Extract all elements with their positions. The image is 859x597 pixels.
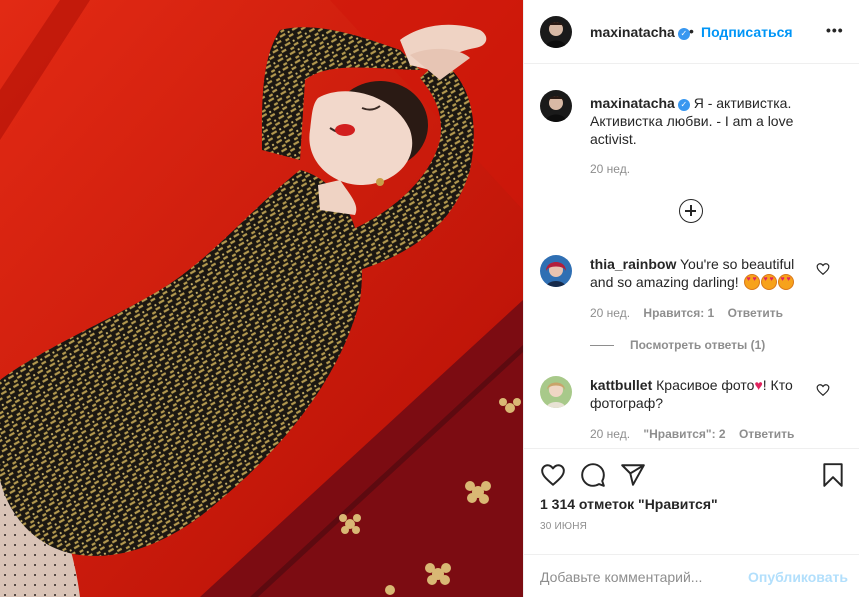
author-username-text[interactable]: maxinatacha <box>590 24 675 40</box>
bookmark-icon[interactable] <box>820 462 846 488</box>
comment-time[interactable]: 20 нед. <box>590 427 630 441</box>
photo-image <box>0 0 523 597</box>
heart-icon[interactable] <box>540 462 566 488</box>
likes-count[interactable]: 1 314 отметок "Нравится" <box>540 496 718 512</box>
replies-divider <box>590 345 614 347</box>
add-comment-bar: Опубликовать <box>524 554 859 597</box>
like-comment-heart-icon[interactable] <box>816 262 830 276</box>
avatar[interactable] <box>540 16 572 48</box>
comment-likes[interactable]: "Нравится": 2 <box>643 427 725 441</box>
comment-meta: 20 нед. Нравится: 1 Ответить <box>590 306 793 320</box>
commenter-avatar-image <box>540 376 572 408</box>
comment-meta: 20 нед. "Нравится": 2 Ответить <box>590 427 804 441</box>
reply-button[interactable]: Ответить <box>728 306 783 320</box>
post-date[interactable]: 30 ИЮНЯ <box>540 521 587 532</box>
author-avatar-image <box>540 16 572 48</box>
caption-timestamp[interactable]: 20 нед. <box>590 162 630 176</box>
post-header: maxinatacha ✓ • Подписаться ••• <box>524 0 859 64</box>
heart-eyes-emoji-icon <box>777 274 794 290</box>
comment-username[interactable]: thia_rainbow <box>590 256 676 272</box>
follow-button[interactable]: Подписаться <box>701 24 793 40</box>
caption-username[interactable]: maxinatacha <box>590 95 675 111</box>
red-heart-icon: ♥ <box>754 377 763 393</box>
like-comment-heart-icon[interactable] <box>816 383 830 397</box>
comment-body-start: Красивое фото <box>656 377 755 393</box>
comment-input[interactable] <box>540 566 740 588</box>
avatar[interactable] <box>540 255 572 287</box>
post-side-panel: maxinatacha ✓ • Подписаться ••• maxinatac… <box>523 0 859 597</box>
comment-text: kattbullet Красивое фото♥! Кто фотограф? <box>590 376 810 412</box>
caption-text: maxinatacha ✓ Я - активистка. Активистка … <box>590 94 810 148</box>
comment-text: thia_rainbow You're so beautiful and so … <box>590 255 810 291</box>
heart-eyes-emoji-icon <box>760 274 777 290</box>
avatar[interactable] <box>540 376 572 408</box>
comment-username[interactable]: kattbullet <box>590 377 652 393</box>
view-replies-button[interactable]: Посмотреть ответы (1) <box>590 338 765 352</box>
verified-icon: ✓ <box>677 99 690 111</box>
publish-button[interactable]: Опубликовать <box>748 569 848 585</box>
plus-circle-icon[interactable] <box>679 199 703 223</box>
dot-separator: • <box>689 23 694 39</box>
comment-icon[interactable] <box>580 462 606 488</box>
post-photo[interactable] <box>0 0 523 597</box>
post-actions: 1 314 отметок "Нравится" 30 ИЮНЯ Опублик… <box>524 448 859 588</box>
author-username[interactable]: maxinatacha ✓ <box>590 24 690 40</box>
commenter-avatar-image <box>540 255 572 287</box>
comment-likes[interactable]: Нравится: 1 <box>643 306 714 320</box>
share-icon[interactable] <box>620 462 646 488</box>
heart-eyes-emoji-icon <box>743 274 760 290</box>
view-replies-label[interactable]: Посмотреть ответы (1) <box>630 338 765 352</box>
more-icon[interactable]: ••• <box>826 22 844 38</box>
caption-avatar-image <box>540 90 572 122</box>
comment-time[interactable]: 20 нед. <box>590 306 630 320</box>
avatar[interactable] <box>540 90 572 122</box>
reply-button[interactable]: Ответить <box>739 427 794 441</box>
